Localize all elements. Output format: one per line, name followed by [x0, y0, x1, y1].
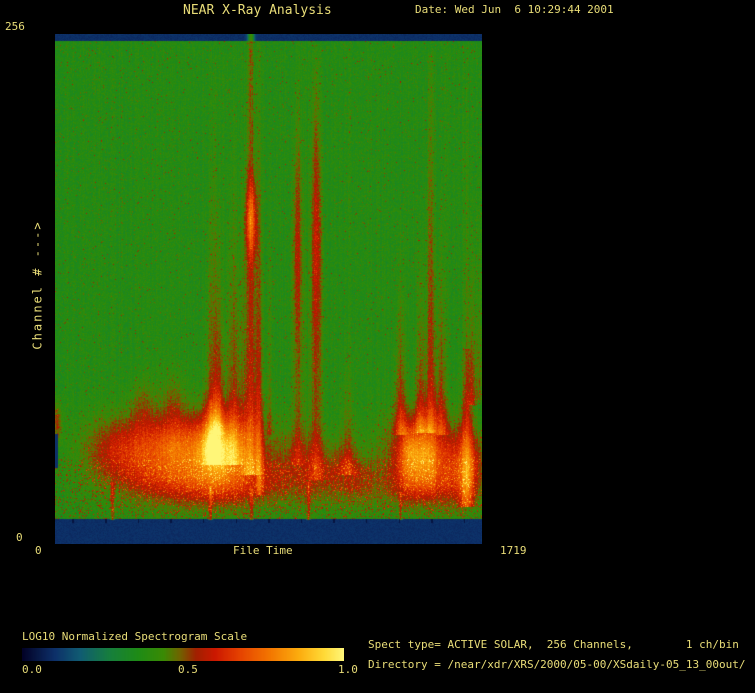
spectrogram-image: [55, 34, 482, 544]
colorbar-tick-0: 0.0: [22, 663, 42, 676]
colorbar-gradient: [22, 648, 344, 661]
x-axis-title: File Time: [233, 544, 293, 557]
spect-type-line: Spect type= ACTIVE SOLAR, 256 Channels, …: [368, 638, 739, 651]
near-xray-analysis-window: { "header": { "title": "NEAR X-Ray Analy…: [0, 0, 755, 693]
colorbar-tick-1: 1.0: [338, 663, 358, 676]
page-title: NEAR X-Ray Analysis: [183, 3, 332, 18]
colorbar-tick-05: 0.5: [178, 663, 198, 676]
date-label: Date: Wed Jun 6 10:29:44 2001: [415, 3, 614, 16]
colorbar-title: LOG10 Normalized Spectrogram Scale: [22, 630, 248, 643]
directory-line: Directory = /near/xdr/XRS/2000/05-00/XSd…: [368, 658, 746, 671]
y-axis-max-label: 256: [5, 20, 25, 33]
y-axis-min-label: 0: [16, 531, 23, 544]
y-axis-title: Channel # --->: [30, 220, 45, 350]
x-axis-min-label: 0: [35, 544, 42, 557]
x-axis-max-label: 1719: [500, 544, 527, 557]
